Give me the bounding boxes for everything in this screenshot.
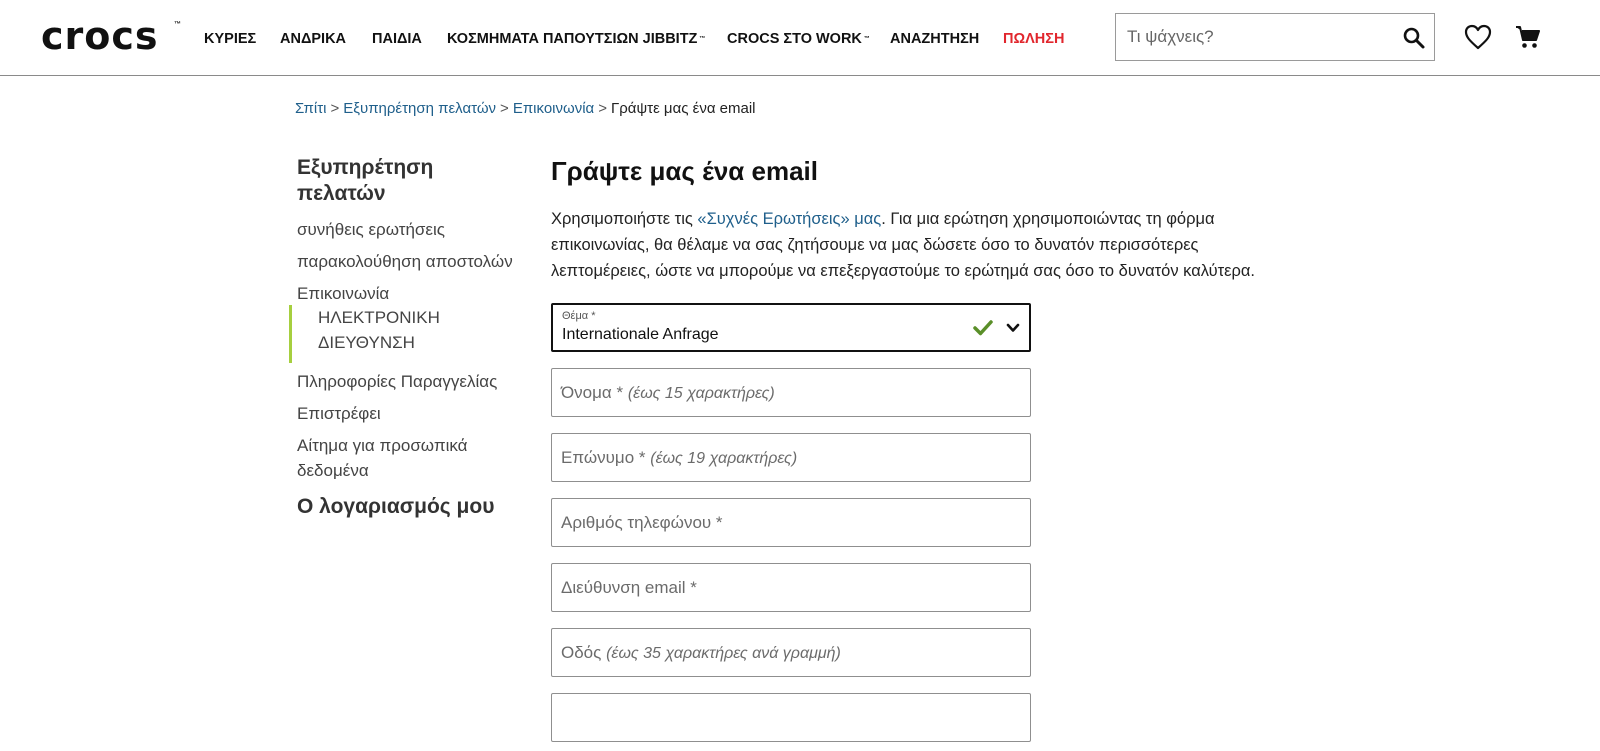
sidebar: Εξυπηρέτηση πελατών συνήθεις ερωτήσεις π… (289, 155, 527, 518)
last-name-field[interactable]: Επώνυμο * (έως 19 χαρακτήρες) (551, 433, 1031, 482)
sidebar-item-email[interactable]: ΗΛΕΚΤΡΟΝΙΚΗ ΔΙΕΥΘΥΝΣΗ (289, 305, 519, 363)
nav-item-search[interactable]: ΑΝΑΖΗΤΗΣΗ (890, 30, 979, 48)
trademark-mark: ™ (699, 36, 706, 42)
subject-value: Internationale Anfrage (562, 326, 719, 343)
nav-item-kids[interactable]: ΠΑΙΔΙΑ (372, 30, 422, 48)
sidebar-title-line: Εξυπηρέτηση (297, 156, 434, 179)
nav-item-sale[interactable]: ΠΩΛΗΣΗ (1003, 30, 1064, 48)
street-placeholder: Οδός (έως 35 χαρακτήρες ανά γραμμή) (561, 643, 841, 662)
first-name-placeholder: Όνομα * (έως 15 χαρακτήρες) (561, 383, 775, 402)
subject-select[interactable]: Θέμα * Internationale Anfrage (551, 303, 1031, 352)
check-icon (973, 319, 993, 337)
breadcrumb-home[interactable]: Σπίτι (295, 100, 327, 117)
sidebar-title-line: πελατών (297, 182, 386, 205)
breadcrumb-contact[interactable]: Επικοινωνία (513, 100, 594, 117)
breadcrumb-current: Γράψτε μας ένα email (610, 100, 756, 117)
phone-placeholder: Αριθμός τηλεφώνου * (561, 513, 723, 532)
breadcrumb-separator: > (598, 100, 607, 117)
sidebar-sub-line: ΗΛΕΚΤΡΟΝΙΚΗ (318, 308, 440, 327)
faq-link[interactable]: «Συχνές Ερωτήσεις» μας (697, 210, 881, 228)
search-input[interactable] (1116, 14, 1397, 60)
nav-item-women[interactable]: ΚΥΡΙΕΣ (204, 30, 256, 48)
trademark-mark: ™ (863, 36, 870, 42)
heart-icon[interactable] (1464, 24, 1492, 50)
sidebar-privacy-line: Αίτημα για προσωπικά (297, 436, 468, 455)
first-name-field[interactable]: Όνομα * (έως 15 χαρακτήρες) (551, 368, 1031, 417)
sidebar-sub-line: ΔΙΕΥΘΥΝΣΗ (318, 333, 415, 352)
logo-trademark: ™ (174, 21, 181, 28)
address-line2-field[interactable] (551, 693, 1031, 742)
page-title: Γράψτε μας ένα email (551, 156, 818, 186)
sidebar-item-faq[interactable]: συνήθεις ερωτήσεις (297, 217, 445, 242)
search-icon[interactable] (1402, 26, 1426, 50)
email-placeholder: Διεύθυνση email * (561, 578, 697, 597)
subject-label: Θέμα * (562, 310, 596, 322)
email-field[interactable]: Διεύθυνση email * (551, 563, 1031, 612)
sidebar-item-privacy-request[interactable]: Αίτημα για προσωπικά δεδομένα (297, 433, 467, 483)
chevron-down-icon (1005, 320, 1021, 336)
sidebar-item-contact[interactable]: Επικοινωνία (297, 281, 389, 306)
breadcrumb-separator: > (330, 100, 340, 117)
breadcrumb-customer-service[interactable]: Εξυπηρέτηση πελατών (343, 100, 496, 117)
nav-item-jibbitz[interactable]: ΚΟΣΜΗΜΑΤΑ ΠΑΠΟΥΤΣΙΩΝ JIBBITZ ™ (447, 30, 705, 48)
intro-text: Χρησιμοποιήστε τις «Συχνές Ερωτήσεις» μα… (551, 206, 1281, 284)
cart-icon[interactable] (1515, 24, 1541, 50)
phone-field[interactable]: Αριθμός τηλεφώνου * (551, 498, 1031, 547)
sidebar-my-account[interactable]: Ο λογαριασμός μου (297, 495, 494, 519)
site-header: crocs ™ ΚΥΡΙΕΣ ΑΝΔΡΙΚΑ ΠΑΙΔΙΑ ΚΟΣΜΗΜΑΤΑ … (0, 0, 1600, 76)
last-name-placeholder: Επώνυμο * (έως 19 χαρακτήρες) (561, 448, 798, 467)
sidebar-privacy-line: δεδομένα (297, 461, 369, 480)
breadcrumb-separator: > (500, 100, 509, 117)
crocs-logo[interactable]: crocs ™ (41, 17, 181, 55)
sidebar-title[interactable]: Εξυπηρέτηση πελατών (297, 155, 527, 207)
sidebar-item-tracking[interactable]: παρακολούθηση αποστολών (297, 249, 513, 274)
search-box (1115, 13, 1435, 61)
street-field[interactable]: Οδός (έως 35 χαρακτήρες ανά γραμμή) (551, 628, 1031, 677)
breadcrumb: Σπίτι > Εξυπηρέτηση πελατών > Επικοινωνία > Γρ… (295, 100, 756, 117)
nav-item-work[interactable]: CROCS ΣΤΟ WORK ™ (727, 30, 870, 48)
sidebar-item-returns[interactable]: Επιστρέφει (297, 401, 381, 426)
nav-item-men[interactable]: ΑΝΔΡΙΚΑ (280, 30, 346, 48)
sidebar-item-order-info[interactable]: Πληροφορίες Παραγγελίας (297, 369, 497, 394)
intro-text-start: Χρησιμοποιήστε τις (551, 210, 698, 228)
logo-text: crocs (41, 14, 159, 58)
